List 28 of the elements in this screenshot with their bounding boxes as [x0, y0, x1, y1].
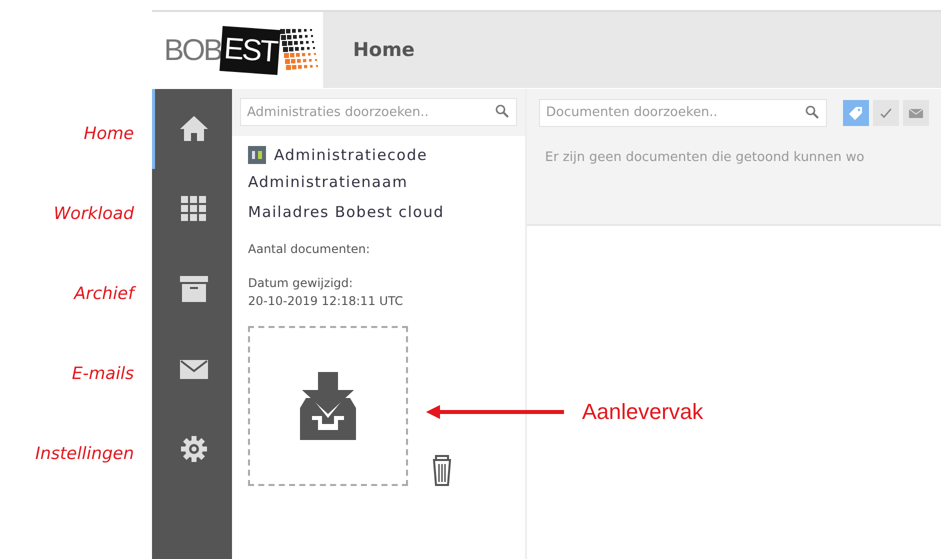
annotation-label: Instellingen	[35, 443, 134, 466]
search-icon	[495, 104, 509, 118]
trash-icon[interactable]	[432, 454, 452, 486]
search-icon	[805, 104, 819, 118]
callout-label: Aanlevervak	[582, 398, 704, 426]
empty-message: Er zijn geen documenten die getoond kunnen wo	[544, 149, 866, 167]
annotation-label: Workload	[54, 203, 134, 226]
date-value: 20-10-2019 12:18:11 UTC	[248, 292, 404, 310]
search-field[interactable]: Administraties doorzoeken..	[240, 98, 517, 126]
logo-text: BOB	[164, 32, 222, 68]
archive-box-icon	[178, 273, 210, 305]
date-label: Datum gewijzigd:	[248, 274, 354, 292]
filter-button[interactable]	[873, 100, 899, 126]
page-title: Home	[352, 38, 415, 63]
mail-address: Mailadres Bobest cloud	[248, 202, 446, 223]
annotation-label: Home	[84, 123, 134, 146]
drop-zone[interactable]	[248, 326, 408, 486]
annotation-label: E-mails	[72, 363, 134, 386]
inbox-download-icon	[300, 372, 356, 440]
annotation-label: Archief	[74, 283, 134, 306]
administration-code: Administratiecode	[274, 145, 428, 166]
document-count-label: Aantal documenten:	[248, 240, 371, 258]
administration-name: Administratienaam	[248, 172, 409, 192]
tag-icon	[848, 104, 864, 120]
dots-icon	[280, 27, 320, 73]
logo-text: EST	[220, 26, 282, 74]
logo-icon	[248, 146, 266, 164]
search-field[interactable]: Documenten doorzoeken..	[539, 98, 827, 126]
